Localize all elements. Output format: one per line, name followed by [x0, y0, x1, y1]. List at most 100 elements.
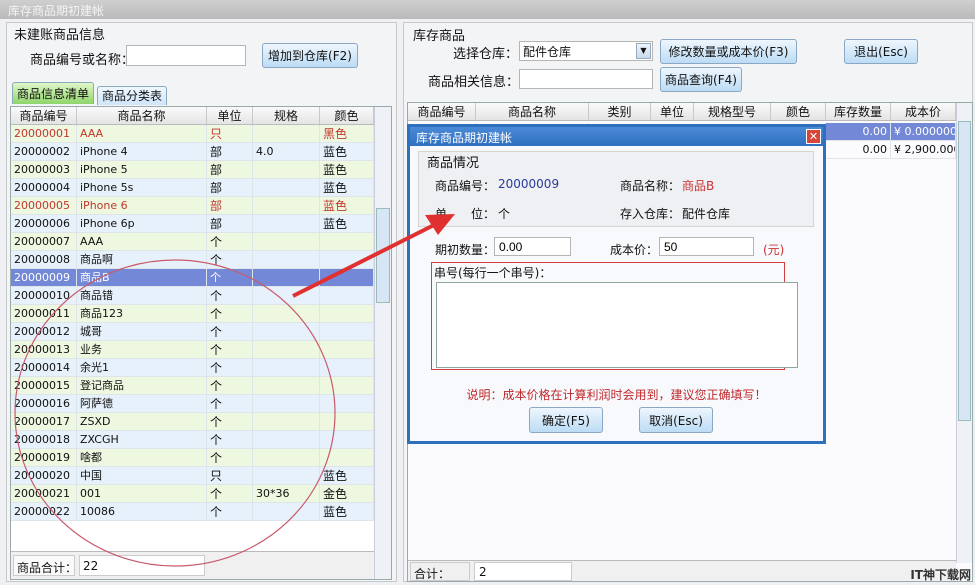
cell-unit: 个	[207, 413, 253, 430]
cost-unit: (元)	[763, 243, 785, 257]
table-row[interactable]: 20000014 余光1 个	[11, 359, 374, 377]
cell-unit: 部	[207, 197, 253, 214]
column-header[interactable]: 商品名称	[77, 107, 207, 124]
cell-spec	[253, 395, 320, 412]
table-row[interactable]: 20000020 中国只 蓝色	[11, 467, 374, 485]
exit-button[interactable]: 退出(Esc)	[844, 39, 918, 64]
cell-unit: 个	[207, 431, 253, 448]
chevron-down-icon[interactable]: ▼	[636, 43, 651, 59]
table-row[interactable]: 20000005 iPhone 6 部 蓝色	[11, 197, 374, 215]
warehouse-select[interactable]: 配件仓库 ▼	[519, 41, 653, 61]
cell-cost: ¥ 2,900.000	[891, 141, 956, 158]
column-header[interactable]: 商品编号	[11, 107, 77, 124]
cell-color	[320, 431, 374, 448]
table-row[interactable]: 20000003 iPhone 5 部 蓝色	[11, 161, 374, 179]
table-row[interactable]: 20000010 商品错个	[11, 287, 374, 305]
table-row[interactable]: 20000022 10086 个 蓝色	[11, 503, 374, 521]
table-row[interactable]: 20000017 ZSXD 个	[11, 413, 374, 431]
table-row[interactable]: 20000001 AAA 只 黑色	[11, 125, 374, 143]
product-query-button[interactable]: 商品查询(F4)	[660, 67, 742, 92]
serial-textarea[interactable]	[436, 282, 798, 368]
cell-name: 城哥	[77, 323, 207, 340]
info-label: 商品相关信息：	[428, 75, 520, 90]
column-header[interactable]: 规格型号	[694, 103, 771, 120]
column-header[interactable]: 成本价	[891, 103, 956, 120]
cell-color: 蓝色	[320, 143, 374, 160]
table-row[interactable]: 20000008 商品啊个	[11, 251, 374, 269]
table-row[interactable]: 20000012 城哥个	[11, 323, 374, 341]
cell-code: 20000009	[11, 269, 77, 286]
cancel-button[interactable]: 取消(Esc)	[639, 407, 713, 433]
ok-button[interactable]: 确定(F5)	[529, 407, 603, 433]
table-row[interactable]: 20000009 商品B 个	[11, 269, 374, 287]
column-header[interactable]: 颜色	[771, 103, 826, 120]
table-row[interactable]: 20000021 001 个 30*36 金色	[11, 485, 374, 503]
table-row[interactable]: 20000011 商品123 个	[11, 305, 374, 323]
table-row[interactable]: 20000019 啥都个	[11, 449, 374, 467]
table-row[interactable]: 20000002 iPhone 4 部 4.0 蓝色	[11, 143, 374, 161]
column-header[interactable]: 商品名称	[476, 103, 589, 120]
cell-spec	[253, 287, 320, 304]
search-input[interactable]	[126, 45, 246, 66]
cell-name: ZSXD	[77, 413, 207, 430]
table-row[interactable]: 20000018 ZXCGH 个	[11, 431, 374, 449]
column-header[interactable]: 单位	[207, 107, 253, 124]
cell-unit: 个	[207, 359, 253, 376]
tab-product-list[interactable]: 商品信息清单	[12, 82, 95, 104]
table-row[interactable]: 20000007 AAA 个	[11, 233, 374, 251]
unit-value: 个	[498, 207, 511, 221]
cell-name: 10086	[77, 503, 207, 520]
cell-name: 商品B	[77, 269, 207, 286]
column-header[interactable]: 类别	[589, 103, 651, 120]
column-header[interactable]: 商品编号	[408, 103, 476, 120]
table-row[interactable]: 20000006 iPhone 6p 部 蓝色	[11, 215, 374, 233]
watermark: IT神下载网	[910, 568, 971, 582]
cell-code: 20000011	[11, 305, 77, 322]
unit-label: 单 位：	[435, 207, 496, 221]
column-header[interactable]: 规格	[253, 107, 320, 124]
cell-color	[320, 377, 374, 394]
info-input[interactable]	[519, 69, 653, 89]
cell-unit: 部	[207, 143, 253, 160]
cell-unit: 部	[207, 179, 253, 196]
warehouse-label: 存入仓库：	[620, 207, 681, 221]
cell-color: 蓝色	[320, 503, 374, 520]
add-to-warehouse-button[interactable]: 增加到仓库(F2)	[262, 43, 358, 68]
total-label: 商品合计：	[13, 555, 77, 576]
table-row[interactable]: 20000015 登记商品个	[11, 377, 374, 395]
cell-unit: 个	[207, 323, 253, 340]
cell-spec	[253, 215, 320, 232]
cell-spec	[253, 161, 320, 178]
cell-color	[320, 341, 374, 358]
cell-unit: 个	[207, 377, 253, 394]
cell-unit: 个	[207, 395, 253, 412]
code-value: 20000009	[498, 177, 560, 191]
cell-spec	[253, 269, 320, 286]
column-header[interactable]: 单位	[651, 103, 694, 120]
search-label: 商品编号或名称：	[30, 53, 135, 68]
column-header[interactable]: 颜色	[320, 107, 374, 124]
column-header[interactable]: 库存数量	[826, 103, 891, 120]
qty-label: 期初数量：	[435, 243, 496, 257]
cell-unit: 个	[207, 269, 253, 286]
cell-unit: 只	[207, 467, 253, 484]
right-scrollbar[interactable]	[956, 103, 972, 563]
cell-spec	[253, 251, 320, 268]
cell-name: iPhone 4	[77, 143, 207, 160]
close-icon[interactable]: ✕	[806, 129, 821, 144]
stock-total-label: 合计：	[410, 562, 470, 581]
tab-product-category[interactable]: 商品分类表	[97, 86, 168, 105]
table-row[interactable]: 20000004 iPhone 5s 部 蓝色	[11, 179, 374, 197]
table-row[interactable]: 20000013 业务个	[11, 341, 374, 359]
cell-color: 蓝色	[320, 215, 374, 232]
modify-qty-cost-button[interactable]: 修改数量或成本价(F3)	[660, 39, 797, 64]
warehouse-select-value: 配件仓库	[523, 45, 572, 59]
cell-color	[320, 251, 374, 268]
cost-input[interactable]	[659, 237, 754, 256]
cell-name: iPhone 6p	[77, 215, 207, 232]
cell-unit: 个	[207, 503, 253, 520]
qty-input[interactable]	[494, 237, 571, 256]
cell-spec	[253, 305, 320, 322]
left-scrollbar[interactable]	[374, 107, 391, 579]
table-row[interactable]: 20000016 阿萨德个	[11, 395, 374, 413]
